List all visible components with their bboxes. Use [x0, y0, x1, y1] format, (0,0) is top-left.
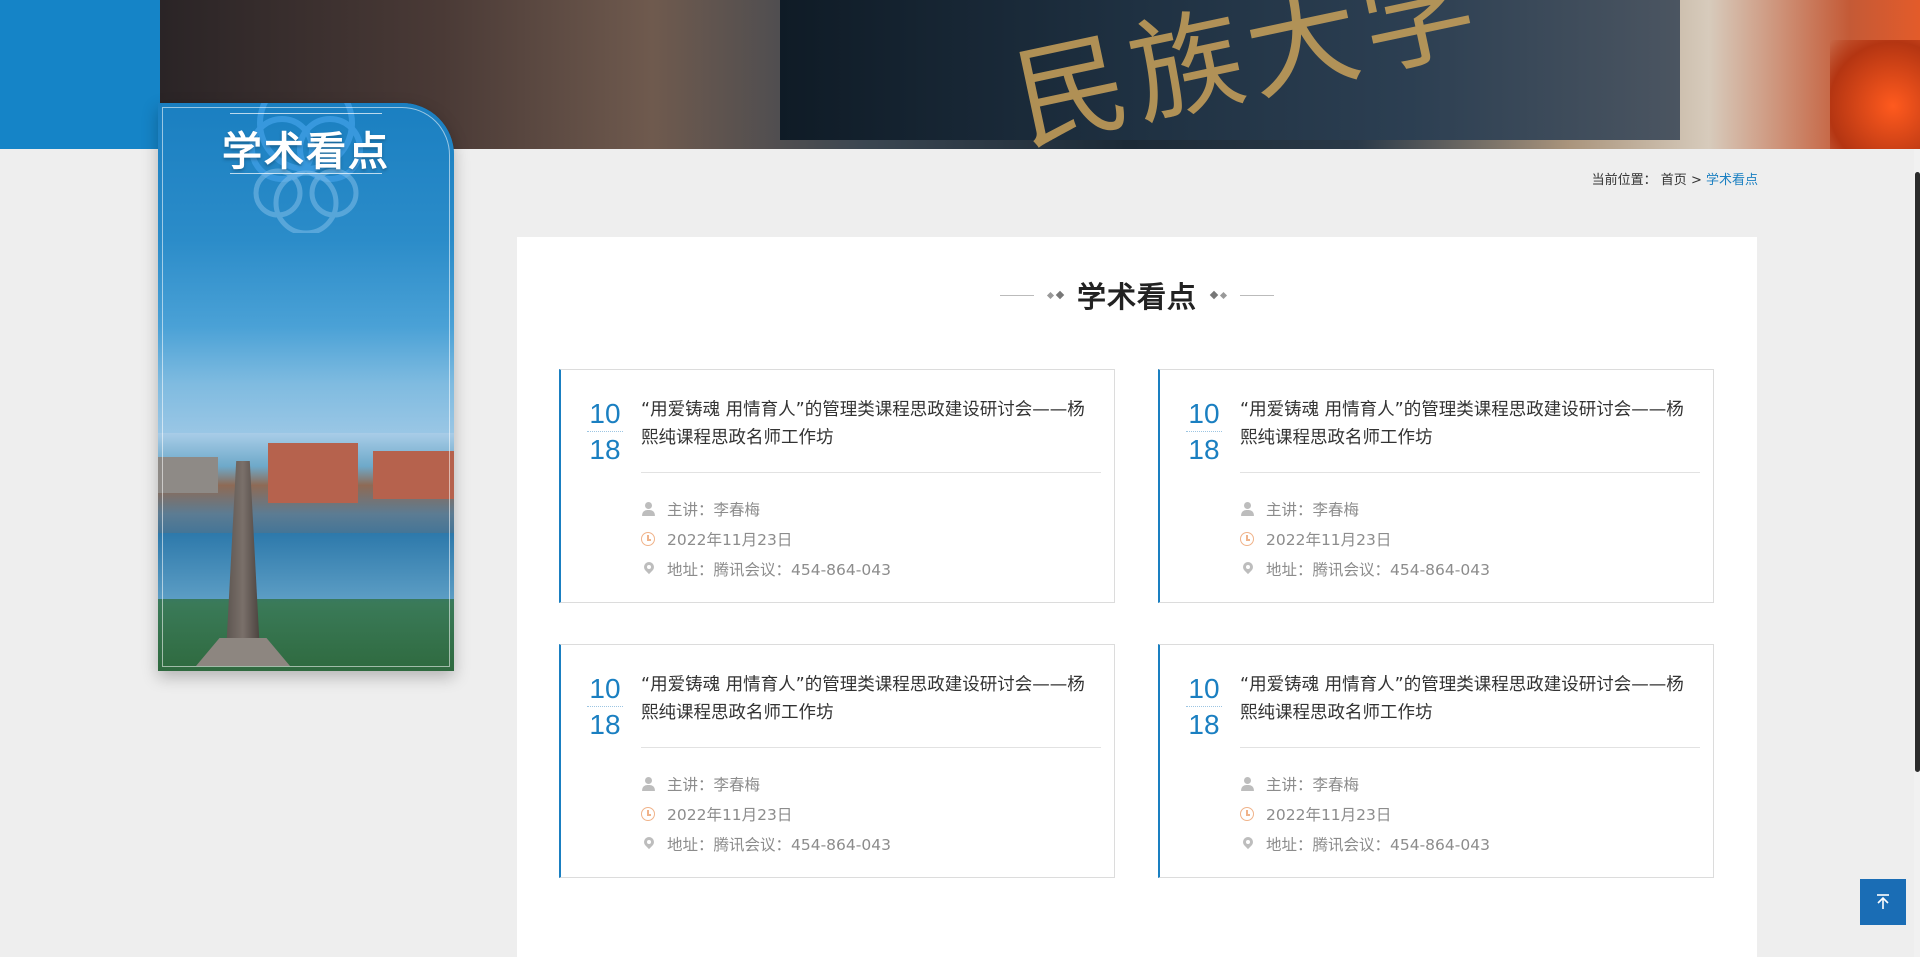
person-icon — [641, 501, 657, 517]
lecture-speaker: 主讲：李春梅 — [1266, 776, 1360, 794]
lecture-month: 10 — [1186, 671, 1222, 707]
location-pin-icon — [1240, 561, 1256, 577]
diamond-ornament-icon — [1209, 290, 1228, 300]
lecture-date: 2022年11月23日 — [667, 531, 793, 549]
lecture-day: 18 — [589, 434, 621, 465]
lecture-month: 10 — [1186, 396, 1222, 432]
lecture-card[interactable]: 10 18 “用爱铸魂 用情育人”的管理类课程思政建设研讨会——杨熙纯课程思政名… — [559, 369, 1115, 603]
lecture-title[interactable]: “用爱铸魂 用情育人”的管理类课程思政建设研讨会——杨熙纯课程思政名师工作坊 — [641, 396, 1101, 473]
lecture-day: 18 — [1188, 434, 1220, 465]
lecture-meta: 主讲：李春梅 2022年11月23日 地址：腾讯会议：454-864-043 — [1240, 769, 1680, 859]
arrow-up-to-top-icon — [1877, 894, 1889, 909]
lecture-day: 18 — [1188, 709, 1220, 740]
lecture-date: 2022年11月23日 — [1266, 806, 1392, 824]
lecture-speaker: 主讲：李春梅 — [667, 776, 761, 794]
lecture-speaker-row: 主讲：李春梅 — [1240, 494, 1680, 524]
lecture-month: 10 — [587, 396, 623, 432]
hero-accent-block — [0, 0, 160, 149]
section-heading: 学术看点 — [517, 275, 1757, 315]
heading-line-right — [1240, 294, 1274, 296]
person-icon — [1240, 776, 1256, 792]
lecture-speaker-row: 主讲：李春梅 — [1240, 769, 1680, 799]
lecture-address-row: 地址：腾讯会议：454-864-043 — [1240, 554, 1680, 584]
campus-lake — [158, 533, 454, 599]
breadcrumb-home-link[interactable]: 首页 — [1661, 173, 1687, 188]
lecture-date-row: 2022年11月23日 — [641, 524, 1081, 554]
lecture-title[interactable]: “用爱铸魂 用情育人”的管理类课程思政建设研讨会——杨熙纯课程思政名师工作坊 — [1240, 396, 1700, 473]
lecture-day: 18 — [589, 709, 621, 740]
location-pin-icon — [641, 561, 657, 577]
monument-base — [196, 638, 290, 666]
lecture-card[interactable]: 10 18 “用爱铸魂 用情育人”的管理类课程思政建设研讨会——杨熙纯课程思政名… — [1158, 644, 1714, 878]
lecture-meta: 主讲：李春梅 2022年11月23日 地址：腾讯会议：454-864-043 — [1240, 494, 1680, 584]
clock-icon — [641, 807, 655, 821]
person-icon — [1240, 501, 1256, 517]
lecture-date: 2022年11月23日 — [1266, 531, 1392, 549]
lecture-date-row: 2022年11月23日 — [1240, 524, 1680, 554]
breadcrumb-separator: > — [1690, 173, 1702, 188]
location-pin-icon — [1240, 836, 1256, 852]
campus-building — [268, 443, 358, 503]
lecture-address: 地址：腾讯会议：454-864-043 — [667, 836, 891, 854]
lecture-date-badge: 10 18 — [587, 396, 623, 467]
clock-icon — [641, 532, 655, 546]
lecture-address: 地址：腾讯会议：454-864-043 — [667, 561, 891, 579]
lecture-speaker: 主讲：李春梅 — [667, 501, 761, 519]
person-icon — [641, 776, 657, 792]
campus-photo — [158, 433, 454, 671]
campus-building — [373, 451, 454, 499]
lecture-date: 2022年11月23日 — [667, 806, 793, 824]
lecture-address: 地址：腾讯会议：454-864-043 — [1266, 836, 1490, 854]
lecture-title[interactable]: “用爱铸魂 用情育人”的管理类课程思政建设研讨会——杨熙纯课程思政名师工作坊 — [641, 671, 1101, 748]
lecture-card[interactable]: 10 18 “用爱铸魂 用情育人”的管理类课程思政建设研讨会——杨熙纯课程思政名… — [559, 644, 1115, 878]
breadcrumb-prefix: 当前位置： — [1591, 173, 1657, 188]
lecture-month: 10 — [587, 671, 623, 707]
lecture-card[interactable]: 10 18 “用爱铸魂 用情育人”的管理类课程思政建设研讨会——杨熙纯课程思政名… — [1158, 369, 1714, 603]
section-title: 学术看点 — [1076, 280, 1197, 314]
lecture-date-badge: 10 18 — [1186, 671, 1222, 742]
campus-building — [158, 457, 218, 493]
lecture-speaker: 主讲：李春梅 — [1266, 501, 1360, 519]
sidebar-title: 学术看点 — [222, 128, 390, 175]
diamond-ornament-icon — [1046, 290, 1065, 300]
sidebar-card: 学术看点 — [158, 103, 454, 671]
page-scrollbar-thumb[interactable] — [1915, 172, 1920, 772]
lecture-address: 地址：腾讯会议：454-864-043 — [1266, 561, 1490, 579]
clock-icon — [1240, 807, 1254, 821]
title-rule-bottom — [230, 173, 382, 174]
clock-icon — [1240, 532, 1254, 546]
lecture-speaker-row: 主讲：李春梅 — [641, 769, 1081, 799]
content-panel: 学术看点 10 18 “用爱铸魂 用情育人”的管理类课程思政建设研讨会——杨熙纯… — [517, 237, 1757, 957]
back-to-top-button[interactable] — [1860, 879, 1906, 925]
lecture-speaker-row: 主讲：李春梅 — [641, 494, 1081, 524]
lecture-address-row: 地址：腾讯会议：454-864-043 — [641, 554, 1081, 584]
lecture-meta: 主讲：李春梅 2022年11月23日 地址：腾讯会议：454-864-043 — [641, 494, 1081, 584]
campus-monument — [226, 461, 260, 653]
lantern-glow — [1830, 40, 1920, 149]
lecture-address-row: 地址：腾讯会议：454-864-043 — [641, 829, 1081, 859]
breadcrumb: 当前位置： 首页 > 学术看点 — [1592, 169, 1758, 188]
lecture-date-badge: 10 18 — [1186, 396, 1222, 467]
lecture-date-row: 2022年11月23日 — [1240, 799, 1680, 829]
lecture-date-row: 2022年11月23日 — [641, 799, 1081, 829]
lecture-title[interactable]: “用爱铸魂 用情育人”的管理类课程思政建设研讨会——杨熙纯课程思政名师工作坊 — [1240, 671, 1700, 748]
lecture-meta: 主讲：李春梅 2022年11月23日 地址：腾讯会议：454-864-043 — [641, 769, 1081, 859]
lecture-address-row: 地址：腾讯会议：454-864-043 — [1240, 829, 1680, 859]
location-pin-icon — [641, 836, 657, 852]
lecture-date-badge: 10 18 — [587, 671, 623, 742]
title-rule-top — [230, 113, 382, 114]
heading-line-left — [999, 294, 1034, 296]
breadcrumb-current-link[interactable]: 学术看点 — [1706, 173, 1758, 188]
